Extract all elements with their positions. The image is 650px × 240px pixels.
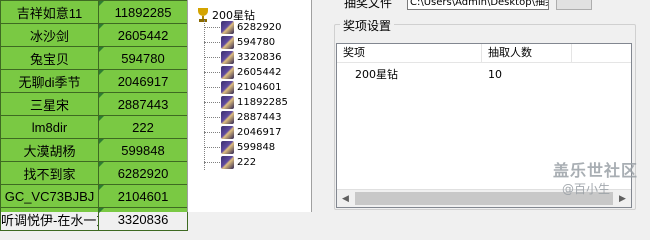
table-row: 找不到家 6282920: [0, 161, 188, 185]
tree-child-node[interactable]: 3320836: [204, 50, 282, 64]
watermark-author: @百小生: [562, 182, 611, 196]
column-header-prize[interactable]: 奖项: [337, 44, 482, 62]
watermark-title: 盖乐世社区: [553, 161, 639, 180]
tree-child-node[interactable]: 2605442: [204, 65, 282, 79]
tree-branch-line: [204, 71, 220, 73]
cell-name[interactable]: 兔宝贝: [0, 46, 99, 70]
tree-child-label: 222: [237, 156, 257, 168]
user-avatar-icon: [221, 35, 234, 49]
user-avatar-icon: [221, 125, 234, 139]
table-row: 无聊di季节 2046917: [0, 69, 188, 93]
tree-branch-line: [204, 56, 220, 58]
file-label: 抽奖文件: [344, 0, 393, 10]
tree-child-node[interactable]: 599848: [204, 140, 276, 154]
cell-name[interactable]: 三星宋: [0, 92, 99, 116]
tree-child-node[interactable]: 6282920: [204, 20, 282, 34]
cell-value[interactable]: 11892285: [98, 0, 188, 24]
cell-name[interactable]: 无聊di季节: [0, 69, 99, 93]
tree-branch-line: [204, 131, 220, 133]
tree-child-label: 594780: [237, 36, 276, 48]
table-row: 吉祥如意11 11892285: [0, 0, 188, 24]
cell-name[interactable]: lm8dir: [0, 115, 99, 139]
user-avatar-icon: [221, 65, 234, 79]
list-item-count: 10: [488, 68, 502, 81]
tree-branch-line: [204, 146, 220, 148]
list-item[interactable]: 200星钻 10: [337, 66, 631, 84]
column-header-count[interactable]: 抽取人数: [482, 44, 572, 62]
user-avatar-icon: [221, 50, 234, 64]
tree-child-label: 2605442: [237, 66, 282, 78]
tree-child-node[interactable]: 2104601: [204, 80, 282, 94]
cell-value[interactable]: 599848: [98, 138, 188, 162]
table-row: GC_VC73BJBJ 2104601: [0, 184, 188, 208]
user-avatar-icon: [221, 95, 234, 109]
cell-value[interactable]: 2104601: [98, 184, 188, 208]
tree-branch-line: [204, 41, 220, 43]
cell-value[interactable]: 2605442: [98, 23, 188, 47]
user-avatar-icon: [221, 140, 234, 154]
tree-child-node[interactable]: 2046917: [204, 125, 282, 139]
cell-name[interactable]: GC_VC73BJBJ: [0, 184, 99, 208]
user-avatar-icon: [221, 155, 234, 169]
tree-child-label: 2887443: [237, 111, 282, 123]
tree-branch-line: [204, 161, 220, 163]
table-row: 兔宝贝 594780: [0, 46, 188, 70]
tree-child-label: 599848: [237, 141, 276, 153]
tree-child-label: 3320836: [237, 51, 282, 63]
tree-child-node[interactable]: 222: [204, 155, 257, 169]
cell-value[interactable]: 594780: [98, 46, 188, 70]
tree-branch-line: [204, 26, 220, 28]
tree-child-node[interactable]: 11892285: [204, 95, 288, 109]
table-row: 大漠胡杨 599848: [0, 138, 188, 162]
list-header: 奖项 抽取人数: [337, 44, 631, 63]
table-row: lm8dir 222: [0, 115, 188, 139]
cell-name[interactable]: 大漠胡杨: [0, 138, 99, 162]
cell-name[interactable]: 找不到家: [0, 161, 99, 185]
tree-branch-line: [204, 86, 220, 88]
user-avatar-icon: [221, 110, 234, 124]
scroll-right-arrow-icon[interactable]: ▶: [614, 190, 631, 207]
trophy-icon: [196, 8, 210, 22]
tree-child-node[interactable]: 2887443: [204, 110, 282, 124]
tree-child-node[interactable]: 594780: [204, 35, 276, 49]
tree-child-label: 11892285: [237, 96, 288, 108]
list-item-prize: 200星钻: [355, 68, 398, 81]
user-avatar-icon: [221, 20, 234, 34]
cell-name[interactable]: 冰沙剑: [0, 23, 99, 47]
tree-branch-line: [204, 101, 220, 103]
cell-value[interactable]: 3320836: [98, 207, 188, 231]
cell-name[interactable]: 听调悦伊-在水一方: [0, 207, 99, 231]
table-row: 三星宋 2887443: [0, 92, 188, 116]
table-row: 冰沙剑 2605442: [0, 23, 188, 47]
file-path-input[interactable]: C:\Users\Admin\Desktop\抽奖名单: [407, 0, 549, 10]
cell-value[interactable]: 6282920: [98, 161, 188, 185]
tree-child-label: 6282920: [237, 21, 282, 33]
tree-branch-line: [204, 116, 220, 118]
cell-value[interactable]: 222: [98, 115, 188, 139]
cell-value[interactable]: 2046917: [98, 69, 188, 93]
cell-value[interactable]: 2887443: [98, 92, 188, 116]
cell-name[interactable]: 吉祥如意11: [0, 0, 99, 24]
table-row: 听调悦伊-在水一方3320836: [0, 207, 188, 231]
user-avatar-icon: [221, 80, 234, 94]
group-title: 奖项设置: [340, 17, 395, 34]
tree-child-label: 2046917: [237, 126, 282, 138]
spreadsheet-table: 吉祥如意11 11892285 冰沙剑 2605442 兔宝贝 594780 无聊di季节 2…: [0, 0, 188, 231]
prize-tree-view[interactable]: 200星钻 6282920 594780 3320836 2605442 2104601…: [187, 0, 312, 212]
spreadsheet-grid: 吉祥如意11 11892285 冰沙剑 2605442 兔宝贝 594780 无聊di季节 2…: [0, 0, 188, 231]
scroll-left-arrow-icon[interactable]: ◀: [337, 190, 354, 207]
tree-child-label: 2104601: [237, 81, 282, 93]
browse-button[interactable]: [556, 0, 592, 10]
